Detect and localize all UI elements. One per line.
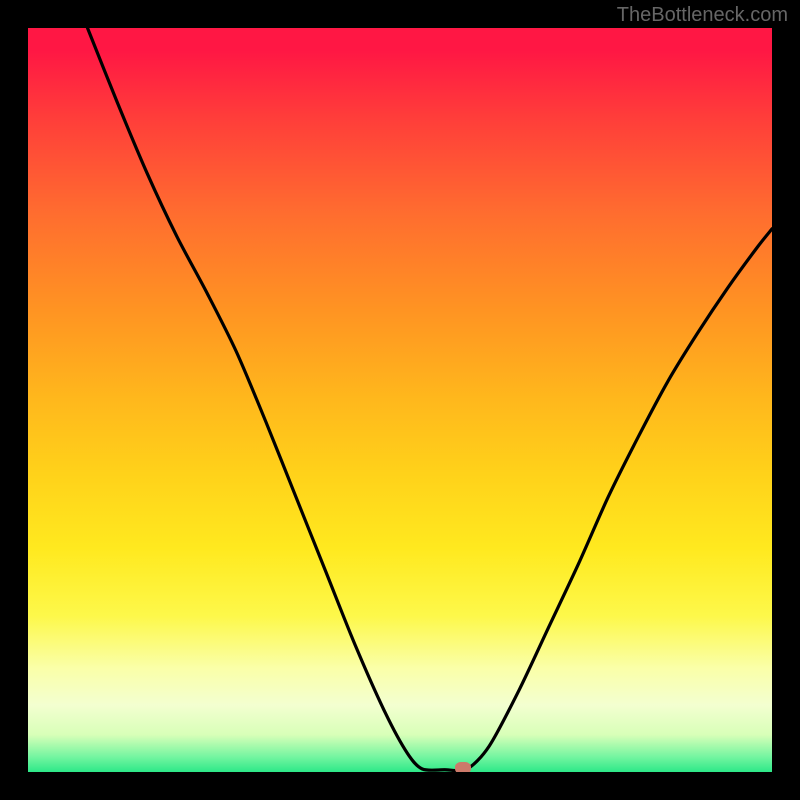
plot-area [28,28,772,772]
curve-svg [28,28,772,772]
bottleneck-curve [88,28,772,771]
chart-frame [28,28,772,772]
optimal-point-marker [455,762,471,772]
attribution-text: TheBottleneck.com [617,4,788,27]
